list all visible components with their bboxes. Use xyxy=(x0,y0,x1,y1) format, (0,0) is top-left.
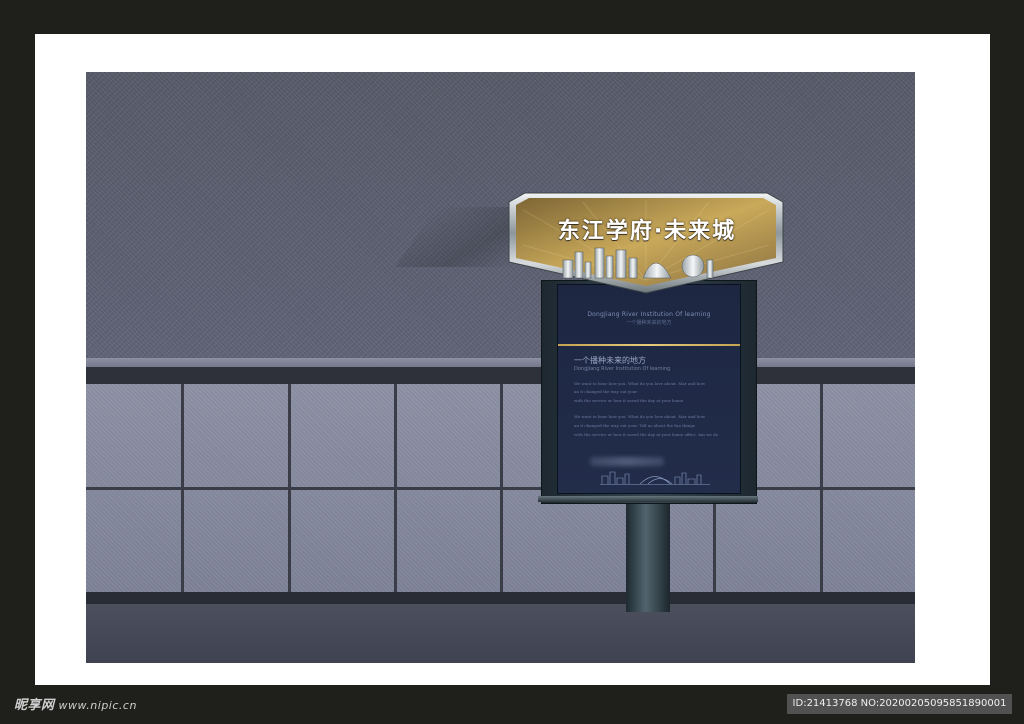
panel-body-line: We want to hear how you. What do you lov… xyxy=(574,381,706,386)
brand-title: 东江学府·未来城 xyxy=(557,219,737,244)
panel-caption-cn: 一个播种未来的地方 xyxy=(626,320,672,326)
panel-gold-divider xyxy=(558,344,740,346)
panel-body-line: with the service or how it saved the day… xyxy=(574,398,684,403)
panel-heading: 一个播种未来的地方 xyxy=(574,356,646,365)
tile-joint-horizontal xyxy=(86,487,915,490)
watermark-id: ID:21413768 NO:20200205095851890001 xyxy=(787,694,1012,714)
watermark-logo: 昵享网 www.nipic.cn xyxy=(14,694,137,713)
panel-body-line: an it changed the way out your xyxy=(574,389,638,394)
panel-body-line: with the service or how it saved the day… xyxy=(574,432,719,437)
panel-caption-en: DongJiang River Institution Of learning xyxy=(587,311,711,318)
wall-ledge-band xyxy=(86,367,915,384)
signage-render: DongJiang River Institution Of learning … xyxy=(86,72,915,663)
wall-ledge xyxy=(86,358,915,367)
tiled-wall xyxy=(86,384,915,592)
wall-base-band xyxy=(86,592,915,604)
watermark-logo-text: 昵享网 xyxy=(14,698,55,713)
panel-heading-en: DongJiang River Institution Of learning xyxy=(574,366,671,372)
watermark-site: www.nipic.cn xyxy=(58,699,137,712)
sign-post xyxy=(626,500,670,612)
panel-body-line: We want to hear how you. What do you lov… xyxy=(574,414,706,419)
skyline-line-icon xyxy=(600,471,710,485)
sign-base-ledge xyxy=(538,496,758,502)
panel-blurred-text xyxy=(590,457,664,466)
panel-body-line: an it changed the way out your. Tell us … xyxy=(574,423,695,428)
floor xyxy=(86,604,915,663)
sign-panel: DongJiang River Institution Of learning … xyxy=(557,284,741,494)
